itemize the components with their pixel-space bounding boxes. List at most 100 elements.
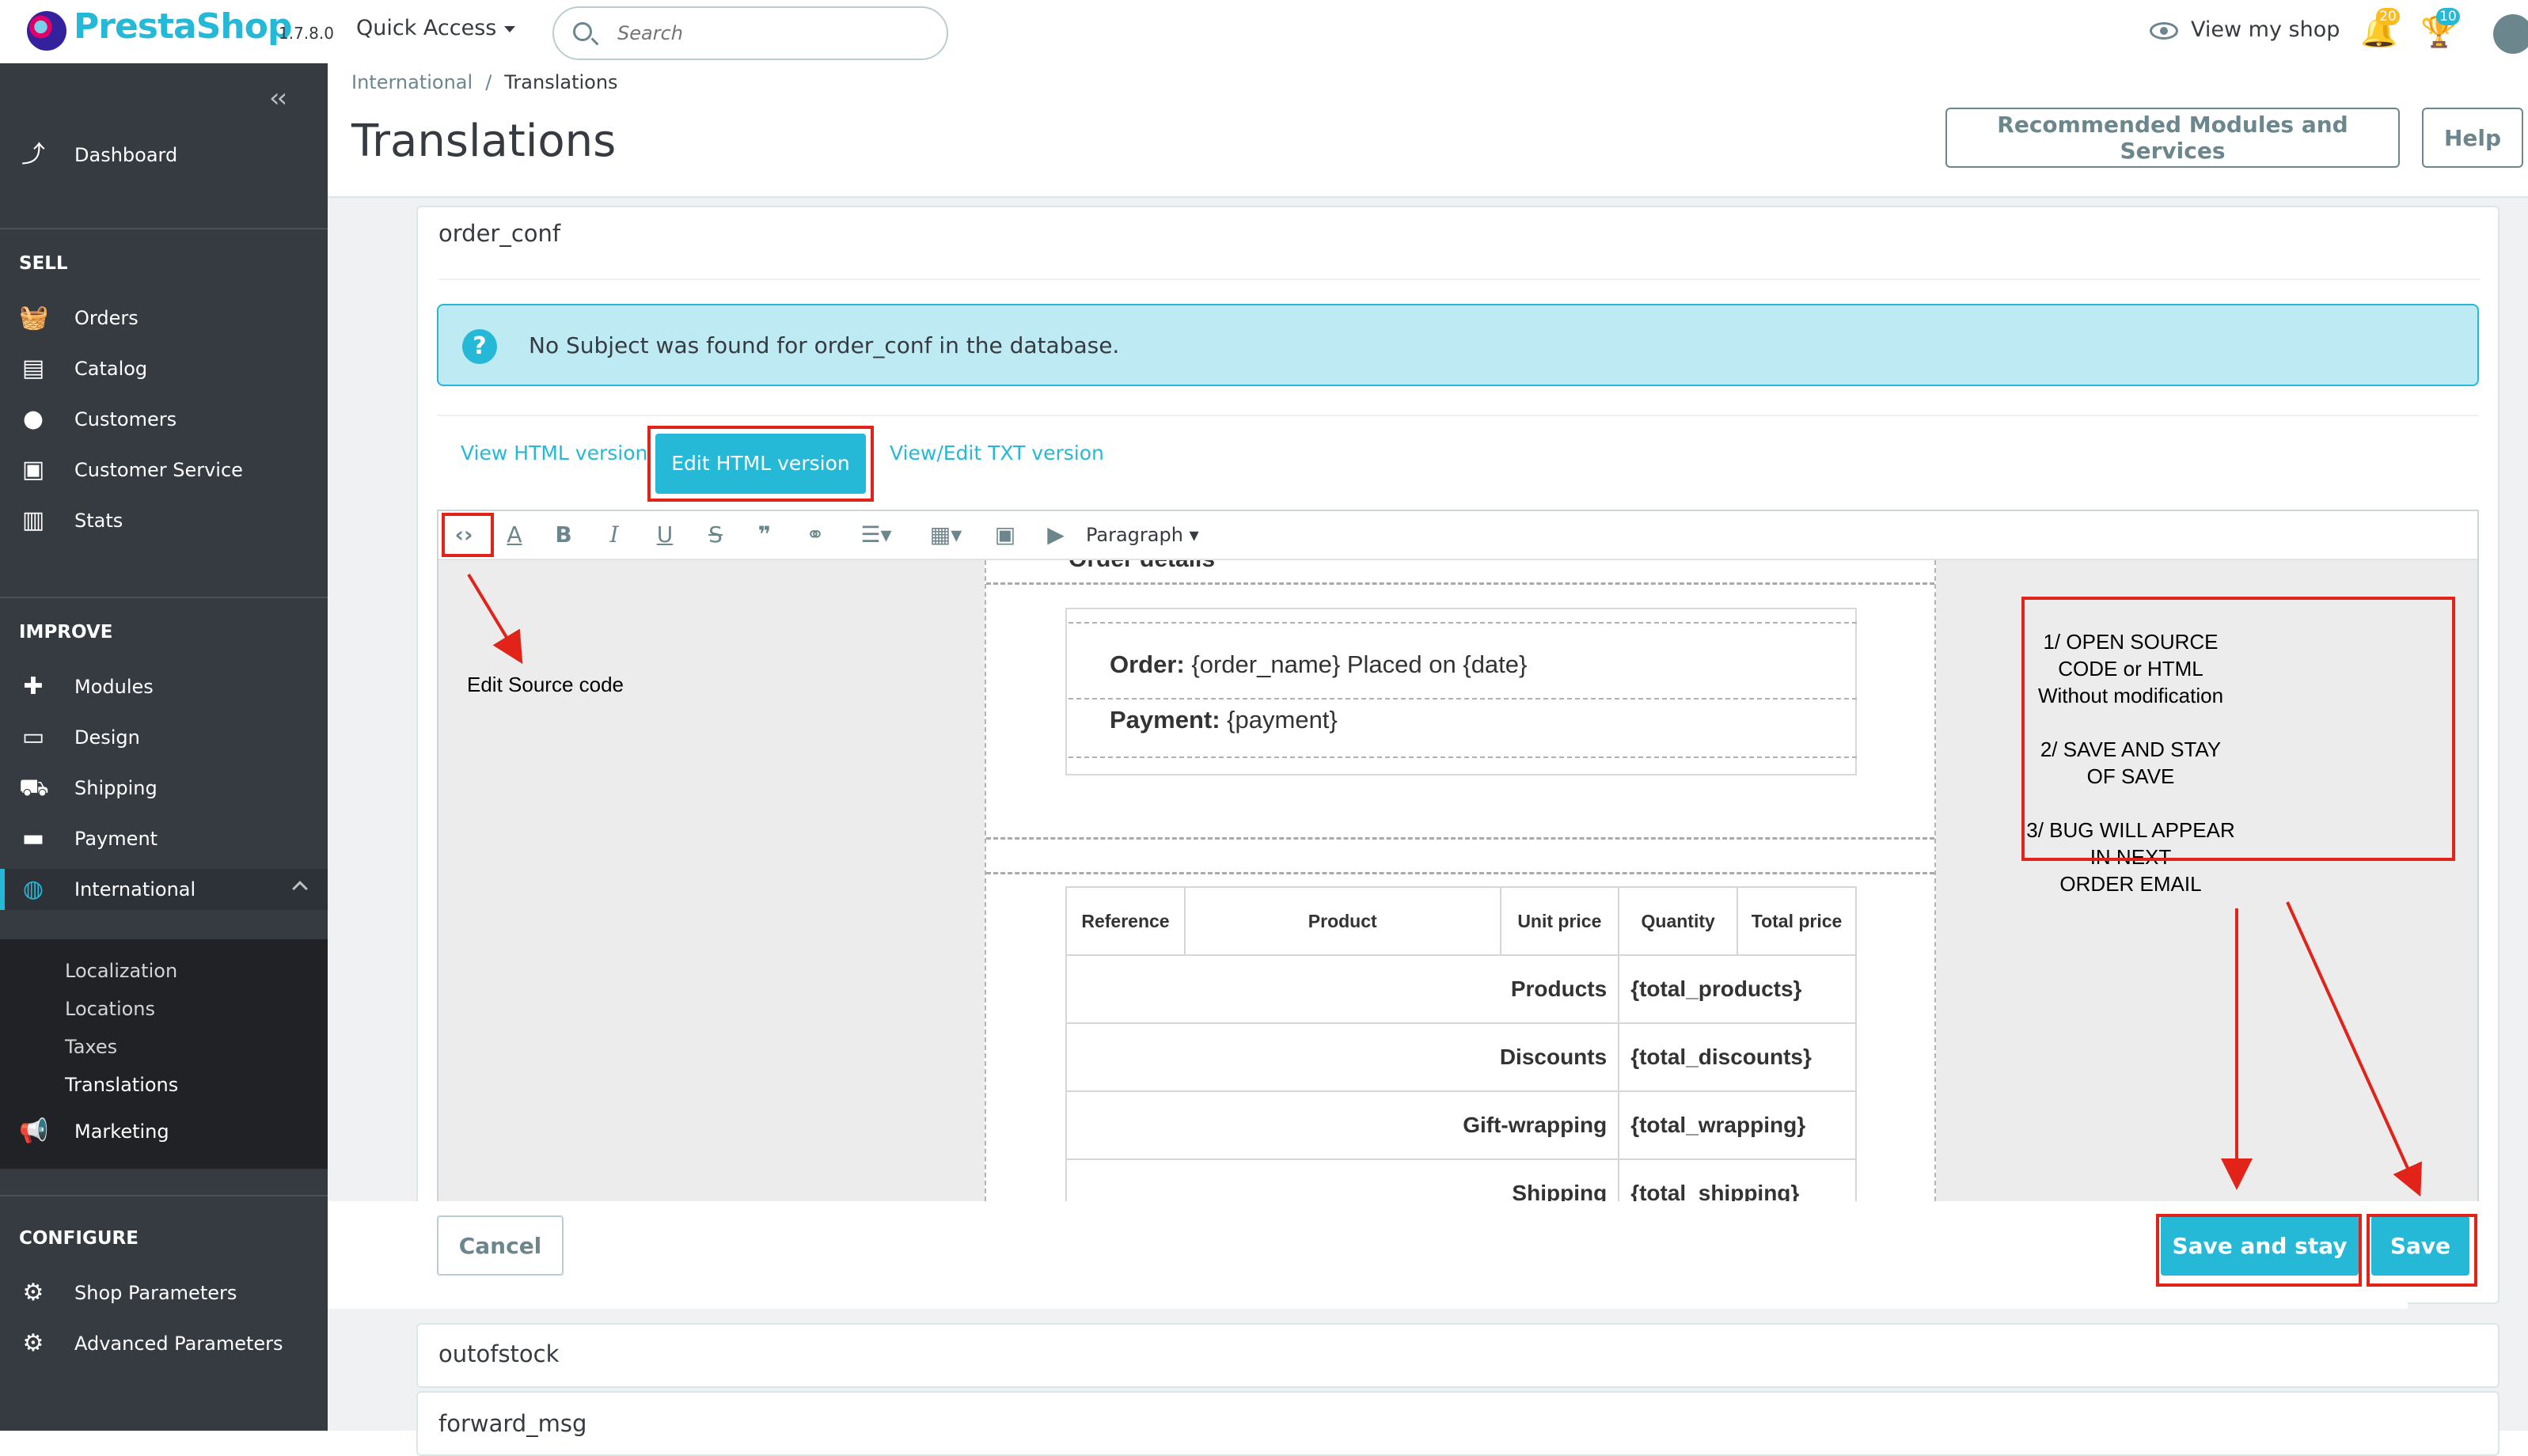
summary-value: {total_discounts}	[1618, 1022, 1857, 1092]
gear-icon: ⚙	[22, 1279, 44, 1306]
sidebar-item-advanced-parameters[interactable]: ⚙ Advanced Parameters	[0, 1323, 328, 1364]
annotation-highlight-edit-tab	[647, 426, 874, 502]
megaphone-icon: 📢	[19, 1117, 49, 1145]
annotation-highlight-source-icon	[442, 513, 494, 557]
sidebar-item-payment[interactable]: ▬ Payment	[0, 818, 328, 859]
column-header: Product	[1183, 886, 1501, 956]
bold-icon[interactable]: B	[549, 521, 578, 549]
summary-value: {total_products}	[1618, 954, 1857, 1024]
summary-label: Shipping	[1065, 1158, 1620, 1201]
align-dropdown-icon[interactable]: ☰▾	[852, 521, 901, 549]
sidebar-item-label: Payment	[74, 828, 158, 850]
column-header: Total price	[1737, 886, 1857, 956]
sidebar-item-label: Catalog	[74, 358, 148, 380]
view-my-shop-link[interactable]: View my shop	[2150, 17, 2340, 42]
sidebar-item-label: Marketing	[74, 1120, 169, 1143]
order-summary-table: Reference Product Unit price Quantity To…	[1065, 886, 1857, 1201]
template-name-heading[interactable]: forward_msg	[438, 1410, 586, 1437]
template-name-heading[interactable]: order_conf	[438, 220, 560, 247]
table-dropdown-icon[interactable]: ▦▾	[921, 521, 970, 549]
order-info-box: Order: {order_name} Placed on {date} Pay…	[1065, 608, 1857, 775]
notifications-button[interactable]: 🔔 20	[2360, 8, 2400, 49]
employee-avatar[interactable]	[2493, 14, 2528, 54]
summary-label: Products	[1065, 954, 1620, 1024]
search-icon[interactable]	[573, 22, 592, 41]
payment-line: Payment: {payment}	[1110, 706, 1338, 734]
underline-icon[interactable]: U	[651, 521, 679, 549]
format-select[interactable]: Paragraph ▾	[1086, 521, 1213, 549]
link-icon[interactable]: ⚭	[799, 521, 831, 549]
view-my-shop-label: View my shop	[2191, 17, 2340, 42]
globe-icon: ◍	[22, 875, 44, 903]
sidebar-item-label: Orders	[74, 307, 139, 329]
collapse-sidebar-icon[interactable]: ‹‹	[269, 82, 287, 114]
template-outofstock-panel[interactable]: outofstock	[416, 1323, 2500, 1388]
chat-icon: ▣	[21, 456, 45, 483]
sidebar-item-marketing[interactable]: 📢 Marketing	[0, 1111, 328, 1152]
dashed-line	[1069, 756, 1857, 758]
submenu-item-translations[interactable]: Translations	[65, 1074, 178, 1096]
dashed-divider	[986, 582, 1934, 585]
search-input[interactable]	[616, 19, 917, 47]
sidebar-item-modules[interactable]: ✚ Modules	[0, 666, 328, 707]
info-alert: ? No Subject was found for order_conf in…	[437, 304, 2479, 386]
text-color-icon[interactable]: A	[500, 521, 529, 549]
column-header: Quantity	[1618, 886, 1739, 956]
strikethrough-icon[interactable]: S	[701, 521, 730, 549]
quick-access-label: Quick Access	[356, 16, 497, 40]
summary-label: Discounts	[1065, 1022, 1620, 1092]
sidebar-item-dashboard[interactable]: ⤴ Dashboard	[0, 135, 328, 176]
section-improve: IMPROVE	[19, 622, 113, 643]
orders-notifications-button[interactable]: 🏆 10	[2420, 8, 2460, 49]
submenu-item-localization[interactable]: Localization	[65, 960, 177, 982]
table-header-row: Reference Product Unit price Quantity To…	[1065, 886, 1857, 956]
brand-name[interactable]: PrestaShop	[74, 6, 292, 47]
prestashop-logo-icon[interactable]	[27, 11, 66, 51]
sidebar-item-stats[interactable]: ▥ Stats	[0, 500, 328, 541]
sidebar-item-shipping[interactable]: ⛟ Shipping	[0, 768, 328, 809]
tab-view-html[interactable]: View HTML version	[461, 442, 647, 464]
breadcrumb-international[interactable]: International	[351, 71, 473, 93]
italic-icon[interactable]: I	[600, 521, 628, 549]
sidebar-item-design[interactable]: ▭ Design	[0, 717, 328, 758]
image-icon[interactable]: ▣	[989, 521, 1021, 549]
sidebar-item-label: Shop Parameters	[74, 1282, 237, 1304]
sidebar-item-label: Advanced Parameters	[74, 1333, 283, 1355]
sidebar-item-customer-service[interactable]: ▣ Customer Service	[0, 449, 328, 491]
format-select-value: Paragraph	[1086, 524, 1183, 546]
question-circle-icon: ?	[462, 329, 497, 364]
sidebar-item-catalog[interactable]: ▤ Catalog	[0, 348, 328, 389]
annotation-edit-source: Edit Source code	[467, 673, 624, 696]
submenu-item-locations[interactable]: Locations	[65, 998, 155, 1020]
chevron-up-icon[interactable]	[292, 881, 308, 897]
cancel-button[interactable]: Cancel	[437, 1215, 564, 1276]
table-row: Products {total_products}	[1065, 954, 1857, 1024]
sidebar-item-label: Modules	[74, 676, 154, 698]
sidebar-item-customers[interactable]: ● Customers	[0, 399, 328, 440]
notifications-badge: 20	[2376, 8, 2400, 25]
order-value: {order_name} Placed on {date}	[1191, 650, 1528, 678]
blockquote-icon[interactable]: ❞	[750, 521, 779, 549]
sidebar-item-label: Customers	[74, 408, 177, 430]
breadcrumb-translations: Translations	[504, 71, 618, 93]
search-box[interactable]	[552, 6, 948, 60]
divider	[0, 1195, 328, 1196]
template-name-heading[interactable]: outofstock	[438, 1340, 559, 1367]
bar-chart-icon: ▥	[21, 506, 45, 534]
summary-value: {total_wrapping}	[1618, 1090, 1857, 1160]
email-document[interactable]: Order details Order: {order_name} Placed…	[985, 560, 1936, 1201]
tab-view-edit-txt[interactable]: View/Edit TXT version	[890, 442, 1104, 464]
cog-box-icon: ⚙	[22, 1329, 44, 1357]
help-button[interactable]: Help	[2422, 108, 2523, 168]
sidebar-item-shop-parameters[interactable]: ⚙ Shop Parameters	[0, 1272, 328, 1314]
template-forward-msg-panel[interactable]: forward_msg	[416, 1391, 2500, 1456]
recommended-modules-button[interactable]: Recommended Modules and Services	[1945, 108, 2400, 168]
sidebar-item-orders[interactable]: 🧺 Orders	[0, 298, 328, 339]
quick-access-dropdown[interactable]: Quick Access	[356, 16, 516, 40]
page-header: International / Translations Translations …	[328, 63, 2528, 198]
sidebar-item-international[interactable]: ◍ International	[0, 869, 328, 910]
dashed-divider	[986, 872, 1934, 874]
annotation-highlight-save	[2367, 1214, 2477, 1287]
media-icon[interactable]: ▶	[1040, 521, 1072, 549]
submenu-item-taxes[interactable]: Taxes	[65, 1036, 117, 1058]
